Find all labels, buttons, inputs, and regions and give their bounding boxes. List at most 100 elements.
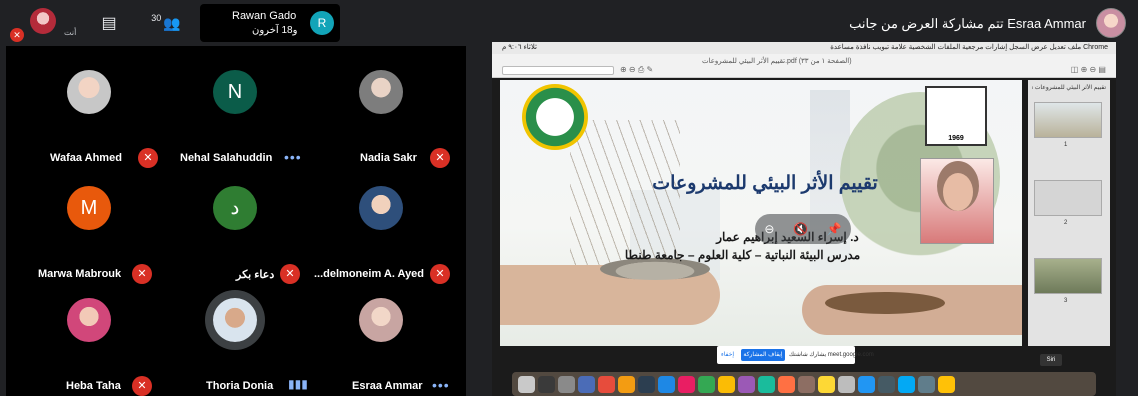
participant-name: Nehal Salahuddin (180, 152, 273, 164)
dock-app-icon[interactable] (798, 375, 815, 393)
page-thumbnail[interactable] (1034, 102, 1102, 138)
participant-avatar (359, 186, 403, 230)
mic-off-icon: ✕ (132, 264, 152, 284)
dock-app-icon[interactable] (738, 375, 755, 393)
presenter-webcam (920, 158, 994, 244)
top-bar: ✕ أنت ▤ 30 👥 Rawan Gado و18 آخرون R تتم … (0, 0, 1138, 46)
participant-name: Thoria Donia (206, 380, 274, 392)
mac-dock (512, 372, 1096, 396)
search-field[interactable] (502, 66, 614, 75)
dock-app-icon[interactable] (898, 375, 915, 393)
participant-avatar (213, 298, 257, 342)
pdf-title: تقييم الأثر البيئي للمشروعات.pdf (الصفحة… (702, 58, 852, 65)
participant-avatar (67, 70, 111, 114)
meet-window: ✕ أنت ▤ 30 👥 Rawan Gado و18 آخرون R تتم … (0, 0, 1138, 396)
mic-off-icon: ✕ (280, 264, 300, 284)
page-number: 3 (1064, 298, 1068, 304)
dock-app-icon[interactable] (558, 375, 575, 393)
thumbnail-sidebar: تقييم الأثر البيئي للمشروعات تنهار... 1 … (1028, 80, 1110, 346)
dock-app-icon[interactable] (698, 375, 715, 393)
participant-tile[interactable]: Heba Taha ✕ (14, 284, 164, 396)
presenter-name: Rawan Gado (232, 10, 297, 22)
participant-name: Marwa Mabrouk (38, 268, 122, 280)
slide-title: تقييم الأثر البيئي للمشروعات (652, 173, 878, 194)
dock-app-icon[interactable] (938, 375, 955, 393)
presenter-avatar: R (310, 11, 334, 35)
dock-app-icon[interactable] (518, 375, 535, 393)
dock-app-icon[interactable] (618, 375, 635, 393)
participant-tile[interactable]: M Marwa Mabrouk ✕ (14, 172, 164, 284)
self-view[interactable]: ✕ أنت (8, 6, 78, 42)
participant-tile[interactable]: د دعاء بكر ✕ (160, 172, 310, 284)
dock-app-icon[interactable] (918, 375, 935, 393)
faculty-logo: 1969 (925, 86, 987, 146)
page-thumbnail[interactable] (1034, 258, 1102, 294)
people-count: 30 (151, 13, 162, 23)
chat-icon[interactable]: ▤ (96, 8, 122, 38)
logo-year: 1969 (948, 135, 964, 142)
stop-sharing-button[interactable]: إيقاف المشاركة (741, 349, 785, 361)
soil-image (825, 292, 945, 314)
participant-tile[interactable]: N Nehal Salahuddin ••• (160, 56, 310, 168)
shared-screen[interactable]: ثلاثاء ٩:٠٦ م Chrome ملف تعديل عرض السجل… (492, 42, 1116, 396)
participant-name: Heba Taha (66, 380, 121, 392)
dock-app-icon[interactable] (718, 375, 735, 393)
dock-app-icon[interactable] (778, 375, 795, 393)
participant-tile[interactable]: Esraa Ammar ••• (306, 284, 456, 396)
sidebar-toggle-icon[interactable]: ◫ ⊕ ⊖ ▤ (1071, 65, 1106, 74)
share-banner-text: تتم مشاركة العرض من جانب Esraa Ammar (849, 16, 1086, 31)
slide-position: مدرس البيئة النباتية – كلية العلوم – جام… (624, 248, 861, 262)
page-number: 2 (1064, 220, 1068, 226)
dock-app-icon[interactable] (538, 375, 555, 393)
pin-icon[interactable]: 📌 (827, 222, 842, 236)
pdf-toolbar: تقييم الأثر البيئي للمشروعات.pdf (الصفحة… (492, 54, 1116, 78)
participant-name: Esraa Ammar (352, 380, 423, 392)
mic-off-icon: ✕ (138, 148, 158, 168)
participant-avatar: M (67, 186, 111, 230)
dock-app-icon[interactable] (598, 375, 615, 393)
dock-app-icon[interactable] (858, 375, 875, 393)
menubar-clock: ثلاثاء ٩:٠٦ م (502, 44, 537, 51)
share-banner: تتم مشاركة العرض من جانب Esraa Ammar (820, 6, 1130, 40)
participant-avatar (67, 298, 111, 342)
mic-off-icon: ✕ (10, 28, 24, 42)
university-logo (522, 84, 588, 150)
tile-controls[interactable]: ⊖ 🔇 📌 (755, 214, 851, 244)
dock-app-icon[interactable] (818, 375, 835, 393)
share-notice: meet.google.com يشارك شاشتك (789, 352, 874, 358)
participant-tile[interactable]: Thoria Donia ▮▮▮ (160, 284, 310, 396)
presenter-share-avatar (1096, 8, 1126, 38)
presenter-face (943, 173, 973, 211)
people-button[interactable]: 30 👥 (146, 8, 186, 38)
mute-icon[interactable]: 🔇 (793, 222, 808, 236)
participant-name: ...delmoneim A. Ayed (314, 268, 425, 280)
more-dots-icon: ••• (432, 377, 450, 393)
participant-tile[interactable]: Wafaa Ahmed ✕ (14, 56, 164, 168)
dock-app-icon[interactable] (838, 375, 855, 393)
dock-tooltip: Siri (1040, 354, 1062, 366)
participant-name: Wafaa Ahmed (50, 152, 122, 164)
page-number: 1 (1064, 142, 1068, 148)
participant-avatar: د (213, 186, 257, 230)
dock-app-icon[interactable] (758, 375, 775, 393)
dock-app-icon[interactable] (878, 375, 895, 393)
dock-app-icon[interactable] (658, 375, 675, 393)
mic-off-icon: ✕ (430, 148, 450, 168)
dock-app-icon[interactable] (678, 375, 695, 393)
participant-name: دعاء بكر (236, 269, 275, 281)
slide: 1969 تقييم الأثر البيئي للمشروعات د. إسر… (500, 80, 1022, 346)
toolbar-icons[interactable]: ⊕ ⊖ ⎙ ✎ (620, 65, 653, 75)
minimize-icon[interactable]: ⊖ (764, 222, 774, 236)
menubar-menus: Chrome ملف تعديل عرض السجل إشارات مرجعية… (830, 44, 1108, 51)
presenter-card[interactable]: Rawan Gado و18 آخرون R (200, 4, 340, 42)
dock-app-icon[interactable] (638, 375, 655, 393)
participant-tile[interactable]: ...delmoneim A. Ayed ✕ (306, 172, 456, 284)
people-icon: 👥 (163, 14, 181, 31)
participant-tile[interactable]: Nadia Sakr ✕ (306, 56, 456, 168)
dock-app-icon[interactable] (578, 375, 595, 393)
participant-avatar (359, 298, 403, 342)
self-label: أنت (64, 28, 77, 37)
page-thumbnail[interactable] (1034, 180, 1102, 216)
self-avatar (30, 8, 56, 34)
hide-button[interactable]: إخفاء (721, 351, 734, 358)
